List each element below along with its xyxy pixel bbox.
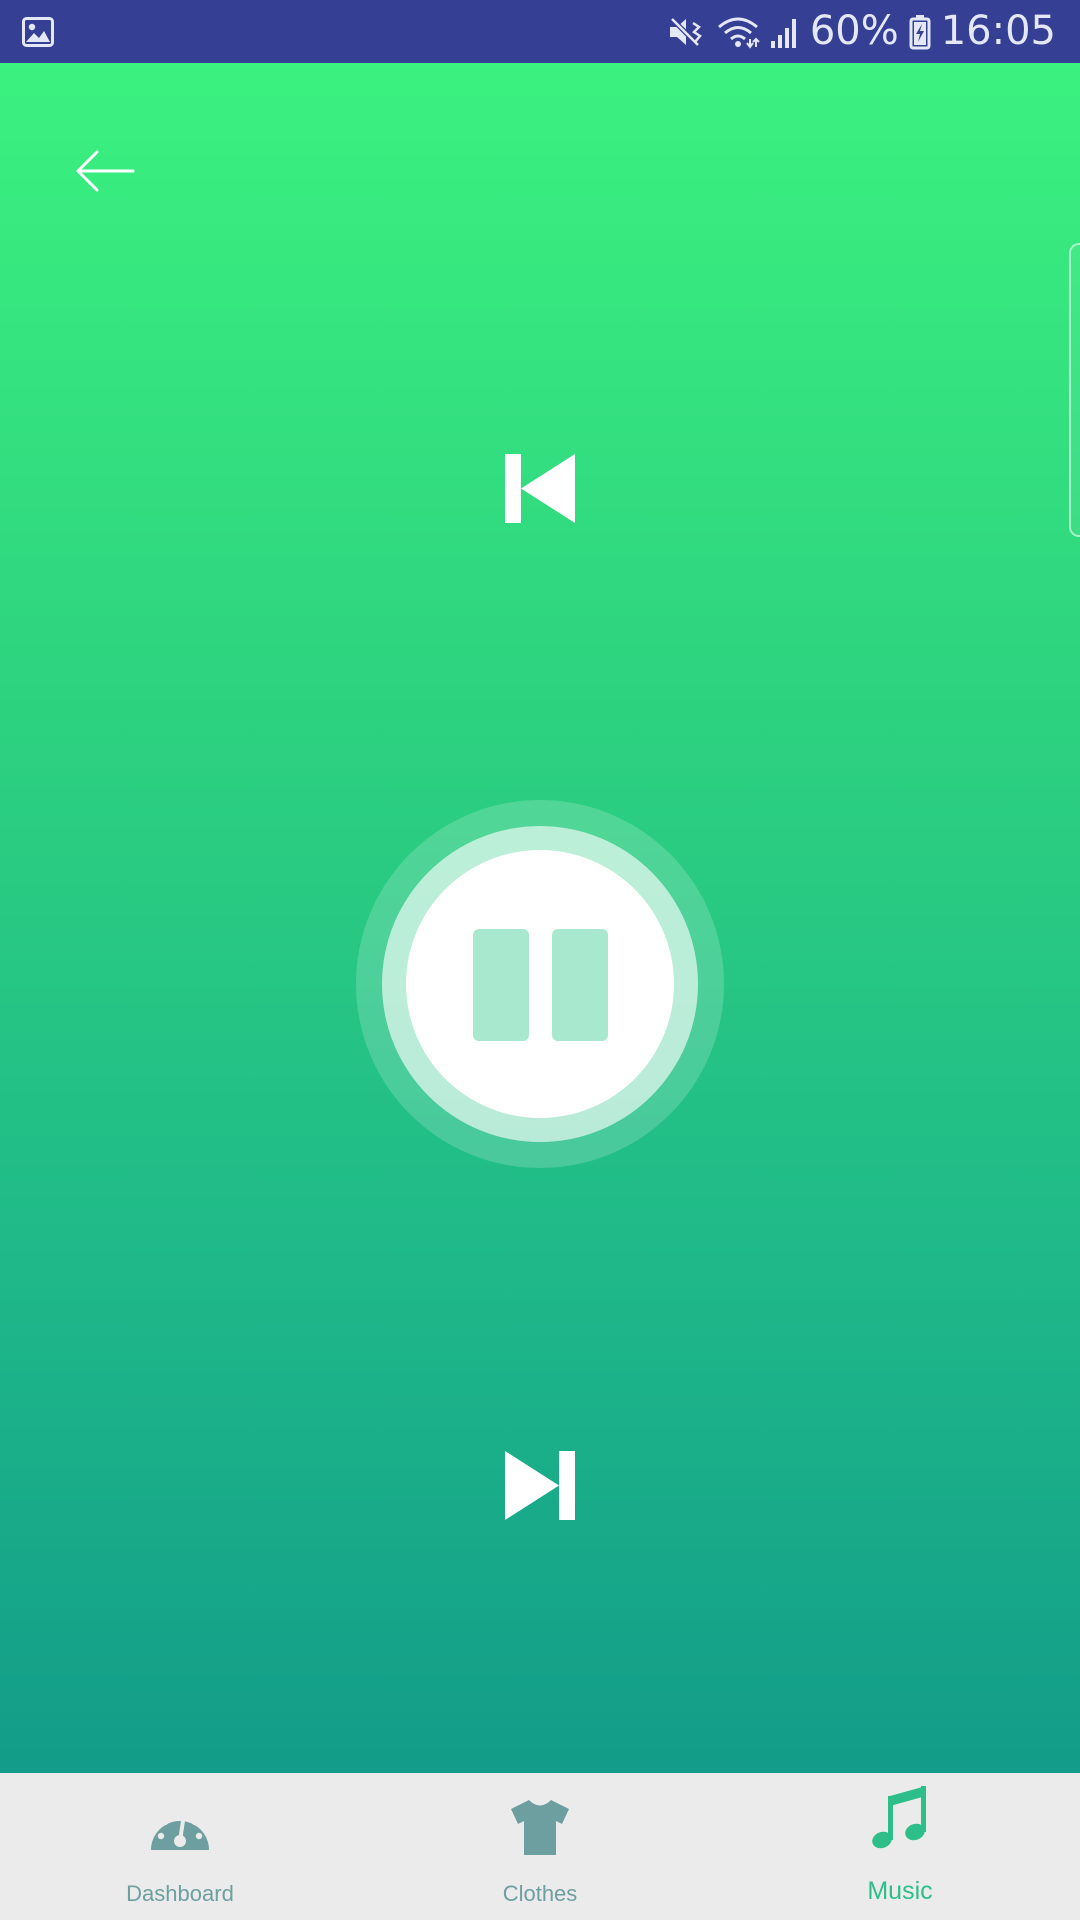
- nav-item-dashboard[interactable]: Dashboard: [0, 1773, 360, 1920]
- bottom-navigation: Dashboard Clothes Music: [0, 1773, 1080, 1920]
- pause-button-ring: [382, 826, 698, 1142]
- wifi-icon: [716, 15, 760, 49]
- tshirt-icon: [505, 1795, 575, 1859]
- clock: 16:05: [940, 8, 1056, 54]
- battery-charging-icon: [909, 14, 931, 50]
- pause-button[interactable]: [356, 800, 724, 1168]
- mute-icon: [668, 15, 706, 49]
- nav-item-clothes[interactable]: Clothes: [360, 1773, 720, 1920]
- next-track-button[interactable]: [500, 1445, 580, 1525]
- nav-item-music[interactable]: Music: [720, 1773, 1080, 1920]
- music-player-screen: 60% 16:05 Dashboard Clothes Music: [0, 0, 1080, 1920]
- edge-panel-handle[interactable]: [1069, 243, 1080, 537]
- music-note-icon: [865, 1785, 935, 1849]
- back-button[interactable]: [66, 136, 144, 206]
- skip-next-icon: [505, 1451, 575, 1520]
- nav-label-clothes: Clothes: [502, 1881, 578, 1906]
- battery-percent: 60%: [809, 8, 899, 54]
- pause-icon-right-bar: [552, 929, 608, 1041]
- pause-button-core: [406, 850, 674, 1118]
- player-area: [0, 63, 1080, 1773]
- nav-label-music: Music: [867, 1877, 933, 1905]
- previous-track-button[interactable]: [500, 448, 580, 528]
- signal-icon: [770, 15, 800, 49]
- nav-label-dashboard: Dashboard: [126, 1881, 234, 1906]
- skip-previous-icon: [505, 454, 575, 523]
- status-bar: 60% 16:05: [0, 0, 1080, 63]
- image-icon: [22, 16, 54, 47]
- speedometer-icon: [145, 1795, 215, 1859]
- arrow-left-icon: [76, 150, 135, 192]
- pause-icon-left-bar: [473, 929, 529, 1041]
